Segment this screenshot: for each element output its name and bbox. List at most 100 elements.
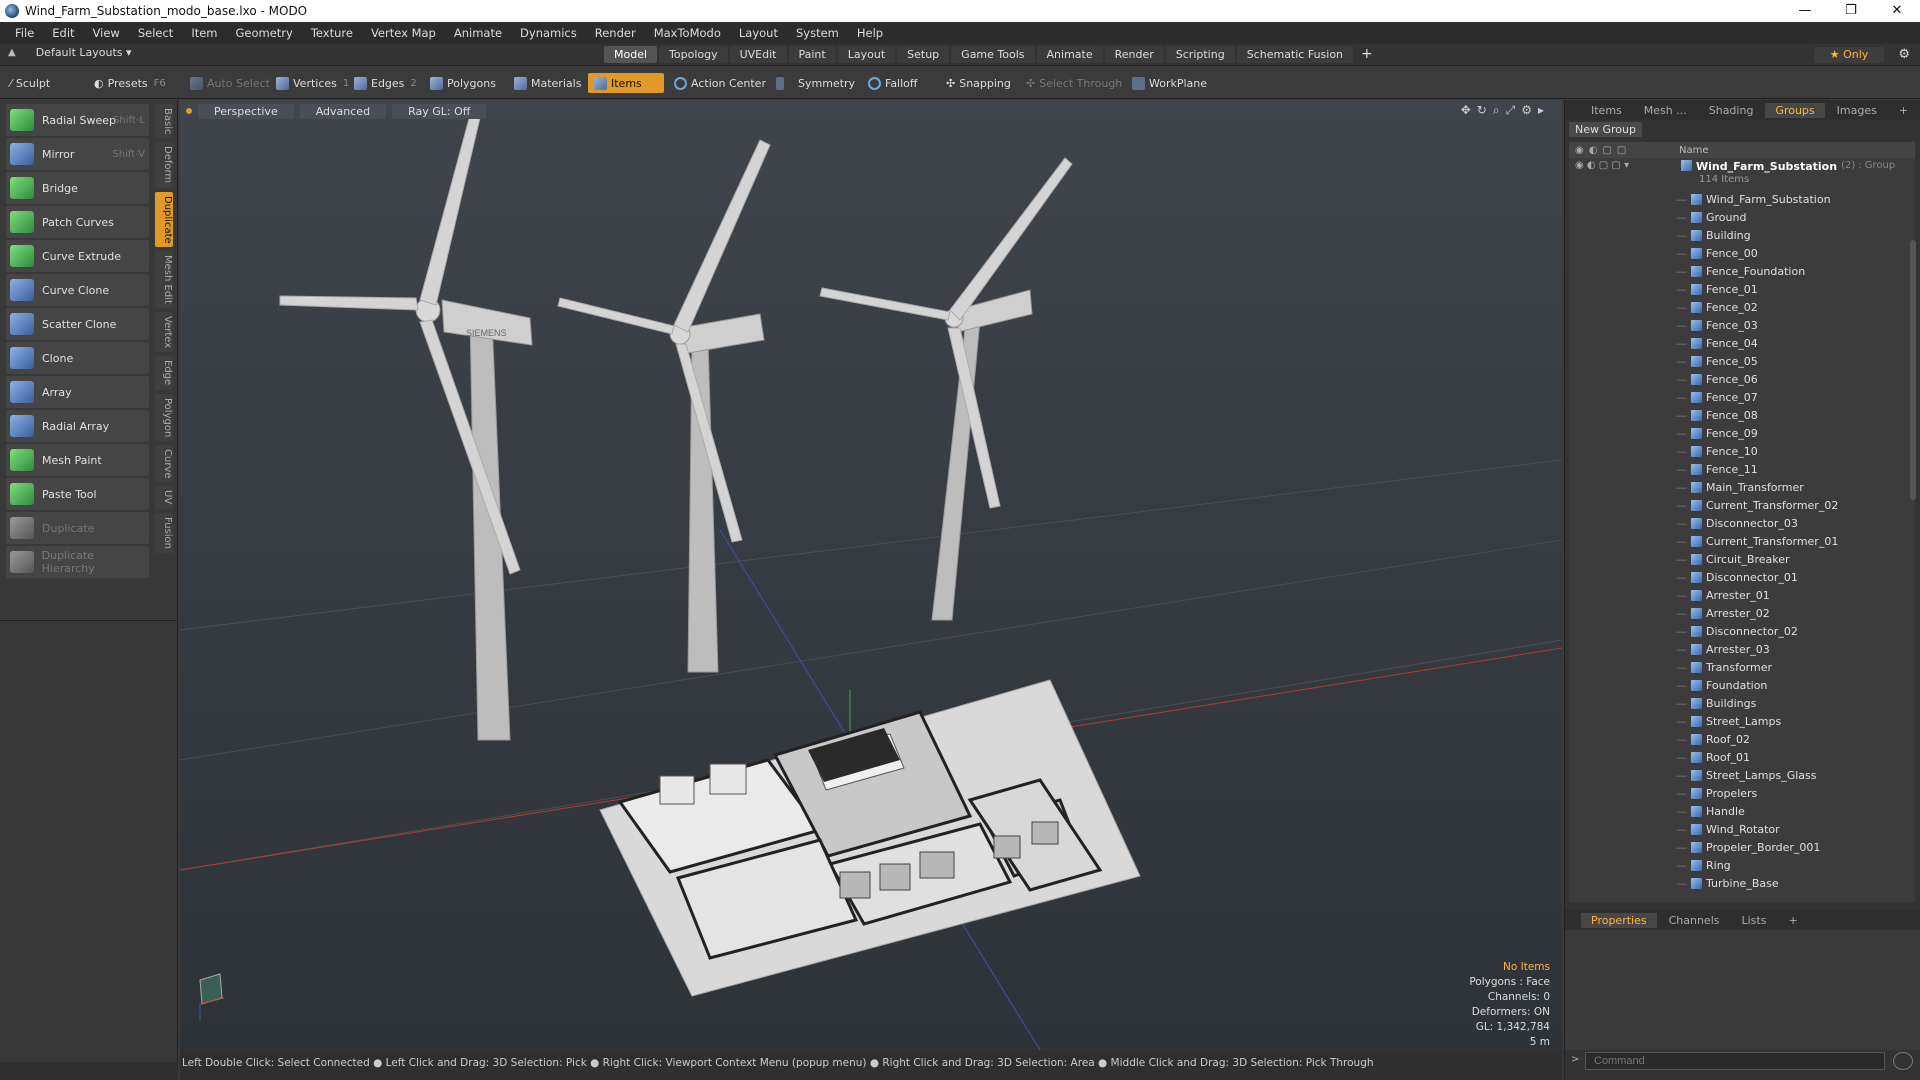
tab-render[interactable]: Render — [1104, 46, 1164, 63]
presets-button[interactable]: ◐ Presets F6 — [88, 73, 172, 93]
tab-channels[interactable]: Channels — [1659, 913, 1730, 928]
menu-system[interactable]: System — [787, 26, 848, 40]
duplicate-tool[interactable]: Duplicate — [6, 512, 149, 544]
tab-properties[interactable]: Properties — [1581, 912, 1657, 928]
tab-scripting[interactable]: Scripting — [1165, 46, 1235, 63]
group-child-row[interactable]: — Fence_10 — [1569, 442, 1915, 460]
menu-geometry[interactable]: Geometry — [227, 26, 302, 40]
sculpt-button[interactable]: ⁄ Sculpt — [4, 73, 56, 93]
group-child-row[interactable]: — Fence_07 — [1569, 388, 1915, 406]
polygons-button[interactable]: Polygons — [424, 73, 502, 93]
vtab-vertex[interactable]: Vertex — [155, 312, 173, 353]
group-child-row[interactable]: — Arrester_01 — [1569, 586, 1915, 604]
falloff-button[interactable]: Falloff — [862, 73, 923, 93]
group-child-row[interactable]: — Foundation — [1569, 676, 1915, 694]
group-child-row[interactable]: — Fence_09 — [1569, 424, 1915, 442]
tab-game-tools[interactable]: Game Tools — [951, 46, 1035, 63]
layouts-selector[interactable]: ▲ Default Layouts ▾ — [8, 46, 132, 59]
vtab-basic[interactable]: Basic — [155, 104, 173, 139]
select-icon[interactable]: ▢ — [1617, 145, 1626, 156]
menu-edit[interactable]: Edit — [43, 26, 83, 40]
group-child-row[interactable]: — Main_Transformer — [1569, 478, 1915, 496]
materials-button[interactable]: Materials — [508, 73, 587, 93]
group-root-row[interactable]: ◉ ◐ ▢ ▢ ▾ Wind_Farm_Substation (2) : Gro… — [1569, 158, 1915, 190]
root-visibility[interactable]: ◉ ◐ ▢ ▢ ▾ — [1569, 160, 1681, 171]
tab-shading[interactable]: Shading — [1699, 103, 1764, 118]
menu-file[interactable]: File — [6, 26, 43, 40]
restore-button[interactable]: ❐ — [1828, 0, 1874, 22]
group-child-row[interactable]: — Handle — [1569, 802, 1915, 820]
menu-render[interactable]: Render — [586, 26, 645, 40]
tab-model[interactable]: Model — [604, 46, 658, 63]
minimize-button[interactable]: — — [1782, 0, 1828, 22]
group-child-row[interactable]: — Fence_02 — [1569, 298, 1915, 316]
mirror-tool[interactable]: Mirror Shift-V — [6, 138, 149, 170]
pan-icon[interactable]: ✥ — [1461, 103, 1471, 118]
tab-schematic-fusion[interactable]: Schematic Fusion — [1236, 46, 1354, 63]
menu-view[interactable]: View — [84, 26, 129, 40]
close-button[interactable]: ✕ — [1874, 0, 1920, 22]
edges-button[interactable]: Edges 2 — [348, 73, 423, 93]
radial-array-tool[interactable]: Radial Array — [6, 410, 149, 442]
tab-items[interactable]: Items — [1581, 103, 1632, 118]
vtab-duplicate[interactable]: Duplicate — [155, 191, 173, 248]
menu-help[interactable]: Help — [848, 26, 892, 40]
group-child-row[interactable]: — Buildings — [1569, 694, 1915, 712]
bridge-tool[interactable]: Bridge — [6, 172, 149, 204]
add-tab-icon[interactable]: + — [1778, 913, 1807, 928]
tab-groups[interactable]: Groups — [1765, 102, 1825, 118]
tab-lists[interactable]: Lists — [1732, 913, 1777, 928]
group-child-row[interactable]: — Roof_02 — [1569, 730, 1915, 748]
symmetry-button[interactable]: Symmetry — [770, 73, 861, 93]
mesh-paint-tool[interactable]: Mesh Paint — [6, 444, 149, 476]
menu-layout[interactable]: Layout — [730, 26, 787, 40]
command-run-icon[interactable] — [1893, 1052, 1913, 1070]
tab-images[interactable]: Images — [1827, 103, 1887, 118]
gear-icon[interactable]: ⚙ — [1898, 47, 1910, 62]
menu-dynamics[interactable]: Dynamics — [511, 26, 586, 40]
new-group-button[interactable]: New Group — [1569, 122, 1642, 137]
group-child-row[interactable]: — Propeler_Border_001 — [1569, 838, 1915, 856]
scatter-clone-tool[interactable]: Scatter Clone — [6, 308, 149, 340]
group-child-row[interactable]: — Fence_08 — [1569, 406, 1915, 424]
group-child-row[interactable]: — Current_Transformer_01 — [1569, 532, 1915, 550]
group-child-row[interactable]: — Fence_06 — [1569, 370, 1915, 388]
expand-up-icon[interactable]: ▲ — [8, 47, 16, 58]
group-child-row[interactable]: — Disconnector_02 — [1569, 622, 1915, 640]
vtab-fusion[interactable]: Fusion — [155, 512, 173, 553]
add-tab-icon[interactable]: + — [1889, 103, 1918, 118]
eye-icon[interactable]: ◉ — [1575, 145, 1584, 156]
workplane-button[interactable]: WorkPlane — [1126, 73, 1213, 93]
menu-maxtomodo[interactable]: MaxToModo — [645, 26, 730, 40]
viewport-settings-icon[interactable]: ⚙ — [1521, 103, 1532, 118]
wind-turbine-2[interactable] — [557, 139, 771, 673]
select-through-button[interactable]: ✣ Select Through — [1020, 73, 1128, 93]
tab-paint[interactable]: Paint — [788, 46, 836, 63]
command-arrow-icon[interactable]: > — [1571, 1054, 1579, 1065]
menu-select[interactable]: Select — [129, 26, 182, 40]
group-child-row[interactable]: — Disconnector_03 — [1569, 514, 1915, 532]
items-button[interactable]: Items — [588, 73, 664, 93]
substation-model[interactable] — [599, 679, 1141, 997]
layouts-dropdown[interactable]: Default Layouts ▾ — [36, 46, 132, 59]
tab-animate[interactable]: Animate — [1036, 46, 1103, 63]
groups-scrollbar[interactable] — [1910, 240, 1916, 500]
advanced-button[interactable]: Advanced — [299, 103, 387, 119]
vertices-button[interactable]: Vertices 1 — [270, 73, 355, 93]
curve-extrude-tool[interactable]: Curve Extrude — [6, 240, 149, 272]
group-child-row[interactable]: — Current_Transformer_02 — [1569, 496, 1915, 514]
radial-sweep-tool[interactable]: Radial Sweep Shift-L — [6, 104, 149, 136]
group-child-row[interactable]: — Street_Lamps_Glass — [1569, 766, 1915, 784]
tab-uvedit[interactable]: UVEdit — [729, 46, 787, 63]
3d-viewport[interactable]: SIEMENS Perspective Advanced Ray GL: Off… — [180, 100, 1562, 1050]
viewport-more-icon[interactable]: ▸ — [1538, 103, 1544, 118]
vtab-uv[interactable]: UV — [155, 486, 173, 509]
fit-icon[interactable]: ⤢ — [1506, 103, 1516, 118]
group-child-row[interactable]: — Fence_03 — [1569, 316, 1915, 334]
vtab-mesh-edit[interactable]: Mesh Edit — [155, 251, 173, 309]
snapping-button[interactable]: ✣ Snapping — [940, 73, 1017, 93]
group-child-row[interactable]: — Disconnector_01 — [1569, 568, 1915, 586]
group-child-row[interactable]: — Ground — [1569, 208, 1915, 226]
raygl-button[interactable]: Ray GL: Off — [392, 103, 487, 119]
rotate-icon[interactable]: ↻ — [1477, 103, 1487, 118]
